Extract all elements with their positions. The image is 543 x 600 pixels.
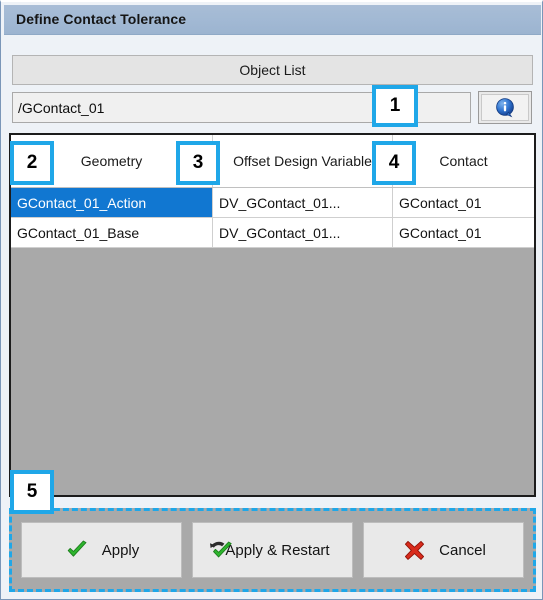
annotation-badge-3: 3 [176, 141, 220, 185]
column-header-offset-design-variable[interactable]: Offset Design Variable [213, 135, 393, 187]
dialog-window: Define Contact Tolerance Object List /GC… [0, 0, 543, 600]
object-list-header-button[interactable]: Object List [12, 55, 533, 85]
title-bar: Define Contact Tolerance [4, 5, 541, 35]
red-x-icon [401, 537, 427, 563]
info-bubble-icon [496, 97, 514, 117]
cell-geometry[interactable]: GContact_01_Base [11, 218, 213, 248]
apply-and-restart-button[interactable]: Apply & Restart [192, 522, 353, 578]
cell-contact[interactable]: GContact_01 [393, 218, 534, 248]
object-path-value: /GContact_01 [18, 99, 105, 116]
page-title: Define Contact Tolerance [16, 11, 187, 27]
dialog-button-bar: Apply Apply & Restart Cancel [9, 508, 536, 592]
apply-button-label: Apply [101, 541, 140, 559]
object-list-header-label: Object List [239, 62, 306, 78]
table-row[interactable]: GContact_01_Action DV_GContact_01... GCo… [11, 188, 534, 218]
cell-offset-design-variable[interactable]: DV_GContact_01... [213, 218, 393, 248]
green-check-restart-icon [209, 538, 235, 564]
cell-geometry[interactable]: GContact_01_Action [11, 188, 213, 218]
cell-contact[interactable]: GContact_01 [393, 188, 534, 218]
apply-button[interactable]: Apply [21, 522, 182, 578]
object-table[interactable]: Geometry Offset Design Variable Contact … [9, 133, 536, 497]
table-row[interactable]: GContact_01_Base DV_GContact_01... GCont… [11, 218, 534, 248]
info-button-inner [481, 94, 529, 121]
annotation-badge-2: 2 [10, 141, 54, 185]
cell-offset-design-variable[interactable]: DV_GContact_01... [213, 188, 393, 218]
green-check-icon [64, 537, 90, 563]
cancel-button-label: Cancel [439, 541, 486, 559]
annotation-badge-1: 1 [372, 85, 418, 127]
annotation-badge-5: 5 [10, 470, 54, 514]
annotation-badge-4: 4 [372, 141, 416, 185]
cancel-button[interactable]: Cancel [363, 522, 524, 578]
table-body: GContact_01_Action DV_GContact_01... GCo… [11, 188, 534, 248]
info-button[interactable] [478, 91, 532, 124]
table-header-row: Geometry Offset Design Variable Contact [11, 135, 534, 188]
